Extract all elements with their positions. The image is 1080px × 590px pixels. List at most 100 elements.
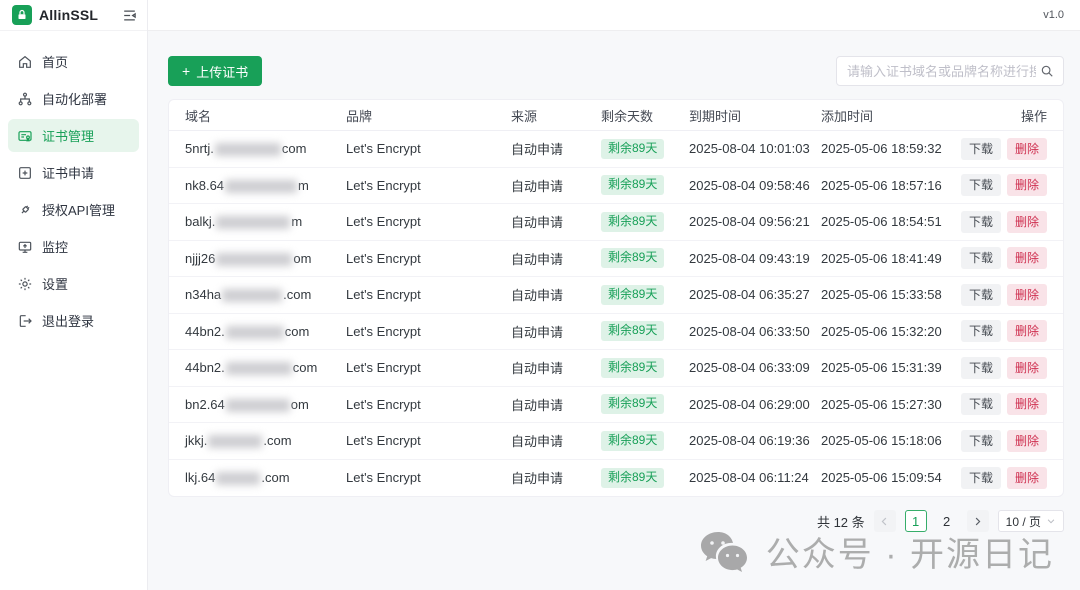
sidebar-item-label: 证书申请 <box>42 163 94 182</box>
expire-time-cell: 2025-08-04 06:33:09 <box>689 360 821 375</box>
blurred-domain-segment <box>222 289 282 302</box>
domain-cell: 44bn2.com <box>185 360 346 375</box>
upload-certificate-label: 上传证书 <box>196 62 248 81</box>
delete-button[interactable]: 删除 <box>1007 174 1047 196</box>
blurred-domain-segment <box>226 399 290 412</box>
source-cell: 自动申请 <box>511 176 601 195</box>
download-button[interactable]: 下载 <box>961 430 1001 452</box>
search-input[interactable] <box>847 64 1036 79</box>
logout-icon <box>17 313 33 329</box>
page-button[interactable]: 2 <box>936 510 958 532</box>
domain-prefix: 44bn2. <box>185 360 225 375</box>
chevron-down-icon <box>1046 516 1056 526</box>
sidebar-item-0[interactable]: 首页 <box>8 45 139 78</box>
days-left-cell: 剩余89天 <box>601 468 689 488</box>
domain-prefix: njjj26 <box>185 251 215 266</box>
download-button[interactable]: 下载 <box>961 284 1001 306</box>
certificate-icon <box>17 128 33 144</box>
domain-suffix: m <box>298 178 309 193</box>
delete-button[interactable]: 删除 <box>1007 393 1047 415</box>
domain-prefix: 5nrtj. <box>185 141 214 156</box>
sidebar-item-label: 退出登录 <box>42 311 94 330</box>
sidebar-item-7[interactable]: 退出登录 <box>8 304 139 337</box>
added-time-cell: 2025-05-06 15:09:54 <box>821 470 961 485</box>
page-size-select[interactable]: 10 / 页 <box>998 510 1064 532</box>
added-time-cell: 2025-05-06 15:32:20 <box>821 324 961 339</box>
days-left-badge: 剩余89天 <box>601 431 664 451</box>
added-time-cell: 2025-05-06 15:33:58 <box>821 287 961 302</box>
page-button-current[interactable]: 1 <box>905 510 927 532</box>
actions-cell: 下载删除 <box>961 357 1047 379</box>
delete-button[interactable]: 删除 <box>1007 467 1047 489</box>
days-left-cell: 剩余89天 <box>601 212 689 232</box>
download-button[interactable]: 下载 <box>961 467 1001 489</box>
source-cell: 自动申请 <box>511 322 601 341</box>
download-button[interactable]: 下载 <box>961 393 1001 415</box>
blurred-domain-segment <box>216 253 292 266</box>
sidebar-item-3[interactable]: 证书申请 <box>8 156 139 189</box>
app-logo-lock-icon <box>12 5 32 25</box>
domain-suffix: om <box>291 397 309 412</box>
sidebar-item-2[interactable]: 证书管理 <box>8 119 139 152</box>
sidebar-item-label: 授权API管理 <box>42 200 115 219</box>
added-time-cell: 2025-05-06 15:18:06 <box>821 433 961 448</box>
domain-suffix: com <box>282 141 307 156</box>
prev-page-button[interactable] <box>874 510 896 532</box>
app-title: AllinSSL <box>39 7 115 23</box>
sidebar-item-4[interactable]: 授权API管理 <box>8 193 139 226</box>
page-size-value: 10 / 页 <box>1006 513 1041 530</box>
days-left-cell: 剩余89天 <box>601 248 689 268</box>
column-header: 剩余天数 <box>601 106 689 125</box>
blurred-domain-segment <box>208 435 262 448</box>
next-page-button[interactable] <box>967 510 989 532</box>
delete-button[interactable]: 删除 <box>1007 320 1047 342</box>
table-row: njjj26omLet's Encrypt自动申请剩余89天2025-08-04… <box>169 241 1063 278</box>
days-left-badge: 剩余89天 <box>601 468 664 488</box>
sidebar-item-1[interactable]: 自动化部署 <box>8 82 139 115</box>
days-left-badge: 剩余89天 <box>601 321 664 341</box>
sidebar-item-5[interactable]: 监控 <box>8 230 139 263</box>
source-cell: 自动申请 <box>511 139 601 158</box>
sidebar-item-label: 自动化部署 <box>42 89 107 108</box>
days-left-cell: 剩余89天 <box>601 285 689 305</box>
source-cell: 自动申请 <box>511 358 601 377</box>
added-time-cell: 2025-05-06 18:57:16 <box>821 178 961 193</box>
deploy-icon <box>17 91 33 107</box>
source-cell: 自动申请 <box>511 212 601 231</box>
brand-cell: Let's Encrypt <box>346 214 511 229</box>
actions-cell: 下载删除 <box>961 320 1047 342</box>
delete-button[interactable]: 删除 <box>1007 357 1047 379</box>
domain-prefix: n34ha <box>185 287 221 302</box>
sidebar-item-6[interactable]: 设置 <box>8 267 139 300</box>
delete-button[interactable]: 删除 <box>1007 211 1047 233</box>
days-left-cell: 剩余89天 <box>601 175 689 195</box>
delete-button[interactable]: 删除 <box>1007 247 1047 269</box>
delete-button[interactable]: 删除 <box>1007 430 1047 452</box>
search-icon[interactable] <box>1040 64 1054 78</box>
download-button[interactable]: 下载 <box>961 320 1001 342</box>
days-left-cell: 剩余89天 <box>601 431 689 451</box>
delete-button[interactable]: 删除 <box>1007 138 1047 160</box>
domain-suffix: com <box>285 324 310 339</box>
actions-cell: 下载删除 <box>961 211 1047 233</box>
domain-suffix: m <box>291 214 302 229</box>
domain-cell: jkkj..com <box>185 433 346 448</box>
monitor-icon <box>17 239 33 255</box>
download-button[interactable]: 下载 <box>961 211 1001 233</box>
collapse-sidebar-icon[interactable] <box>122 8 137 23</box>
upload-certificate-button[interactable]: + 上传证书 <box>168 56 262 86</box>
expire-time-cell: 2025-08-04 06:35:27 <box>689 287 821 302</box>
table-row: 44bn2.comLet's Encrypt自动申请剩余89天2025-08-0… <box>169 314 1063 351</box>
table-row: jkkj..comLet's Encrypt自动申请剩余89天2025-08-0… <box>169 423 1063 460</box>
download-button[interactable]: 下载 <box>961 138 1001 160</box>
delete-button[interactable]: 删除 <box>1007 284 1047 306</box>
column-header: 来源 <box>511 106 601 125</box>
domain-cell: bn2.64om <box>185 397 346 412</box>
brand-cell: Let's Encrypt <box>346 251 511 266</box>
actions-cell: 下载删除 <box>961 430 1047 452</box>
brand-cell: Let's Encrypt <box>346 287 511 302</box>
brand-cell: Let's Encrypt <box>346 141 511 156</box>
download-button[interactable]: 下载 <box>961 247 1001 269</box>
download-button[interactable]: 下载 <box>961 357 1001 379</box>
download-button[interactable]: 下载 <box>961 174 1001 196</box>
